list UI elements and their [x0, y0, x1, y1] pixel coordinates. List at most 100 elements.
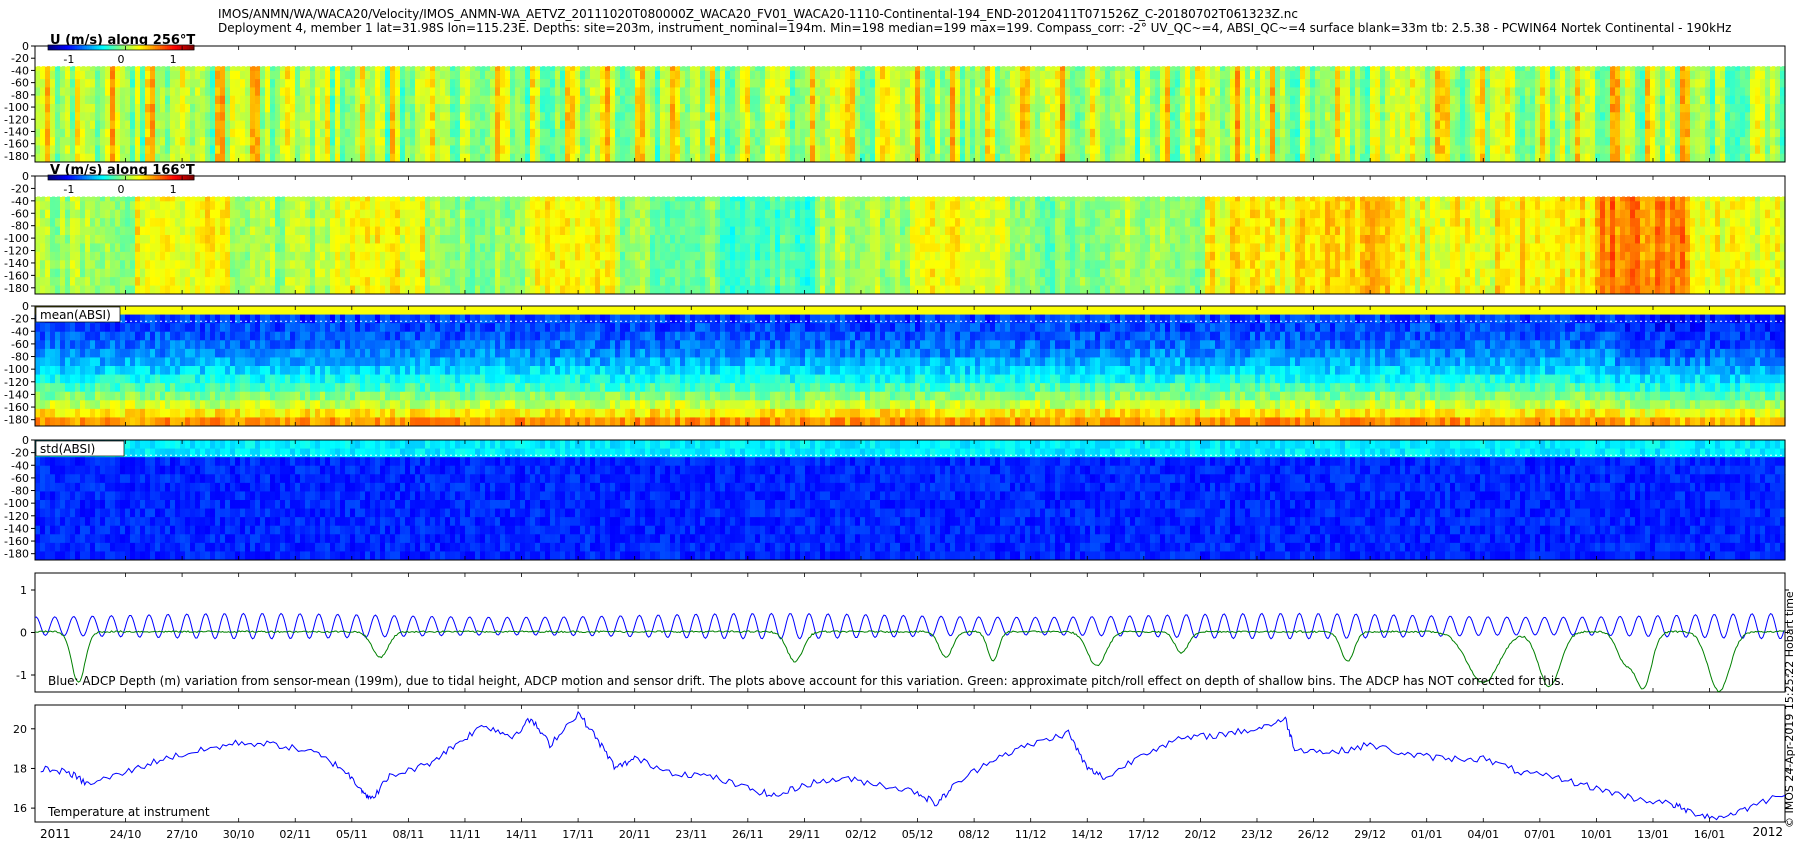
timestamp-text: IMOS 24-Apr-2019 15:25:22 Hobart time	[1783, 591, 1796, 814]
year-left-label: 2011	[40, 827, 71, 841]
y-tick-label: -80	[11, 220, 29, 233]
y-tick-label: 0	[22, 40, 29, 53]
panel-title: std(ABSI)	[40, 442, 95, 456]
y-tick-label: -20	[11, 313, 29, 326]
panel-mean: 0-20-40-60-80-100-120-140-160-180 mean(AB…	[4, 300, 1786, 427]
colorbar-tick-label: 0	[118, 53, 125, 66]
y-tick-label: -100	[4, 497, 29, 510]
y-tick-label: -140	[4, 257, 29, 270]
y-tick-label: -140	[4, 522, 29, 535]
x-tick-label: 10/01	[1581, 828, 1613, 841]
colorbar-tick-label: 1	[170, 183, 177, 196]
y-tick-label: -60	[11, 472, 29, 485]
y-tick-label: -80	[11, 89, 29, 102]
y-tick-label: -40	[11, 64, 29, 77]
y-tick-label: -180	[4, 414, 29, 427]
y-tick-label: -20	[11, 182, 29, 195]
x-tick-label: 13/01	[1637, 828, 1669, 841]
y-tick-label: 16	[13, 802, 27, 815]
y-tick-label: -40	[11, 459, 29, 472]
heatmap-cells	[35, 440, 1786, 561]
x-tick-label: 17/12	[1128, 828, 1160, 841]
y-tick-label: -160	[4, 535, 29, 548]
x-tick-label: 30/10	[223, 828, 255, 841]
y-tick-label: -80	[11, 485, 29, 498]
copyright-symbol: ©	[1783, 817, 1796, 828]
x-tick-label: 05/11	[336, 828, 368, 841]
y-tick-label: -120	[4, 510, 29, 523]
colorbar-tick-label: -1	[63, 183, 74, 196]
y-tick-label: -120	[4, 113, 29, 126]
y-tick-label: -80	[11, 351, 29, 364]
figure: 0-20-40-60-80-100-120-140-160-180U (m/s)…	[4, 33, 1789, 841]
y-tick-label: 1	[20, 584, 27, 597]
x-tick-label: 11/12	[1015, 828, 1047, 841]
colorbar-tick-label: 1	[170, 53, 177, 66]
colorbar: -1 0 1	[47, 174, 195, 196]
y-tick-label: 18	[13, 762, 27, 775]
x-tick-label: 07/01	[1524, 828, 1556, 841]
y-tick-label: -180	[4, 150, 29, 163]
y-tick-label: -180	[4, 548, 29, 561]
x-tick-label: 02/12	[845, 828, 877, 841]
panel-title: mean(ABSI)	[40, 308, 111, 322]
x-tick-label: 14/11	[506, 828, 538, 841]
y-tick-label: 0	[20, 627, 27, 640]
y-tick-label: -20	[11, 52, 29, 65]
x-tick-label: 05/12	[902, 828, 934, 841]
x-tick-label: 23/11	[675, 828, 707, 841]
x-tick-label: 16/01	[1694, 828, 1726, 841]
x-tick-label: 29/12	[1354, 828, 1386, 841]
x-tick-label: 24/10	[110, 828, 142, 841]
x-tick-label: 11/11	[449, 828, 481, 841]
y-tick-label: -120	[4, 245, 29, 258]
colorbar: -1 0 1	[47, 44, 195, 66]
heatmap-cells	[35, 196, 1786, 295]
x-tick-label: 23/12	[1241, 828, 1273, 841]
y-tick-label: 0	[22, 434, 29, 447]
x-tick-label: 29/11	[789, 828, 821, 841]
y-tick-label: -1	[16, 669, 27, 682]
x-tick-label: 14/12	[1071, 828, 1103, 841]
y-tick-label: -140	[4, 125, 29, 138]
panel-u: 0-20-40-60-80-100-120-140-160-180U (m/s)…	[4, 33, 1786, 163]
y-tick-label: -100	[4, 232, 29, 245]
temperature-annotation: Temperature at instrument	[47, 805, 210, 819]
x-tick-label: 20/11	[619, 828, 651, 841]
x-tick-label: 27/10	[166, 828, 198, 841]
x-tick-label: 08/11	[393, 828, 425, 841]
x-tick-label: 02/11	[279, 828, 311, 841]
x-tick-label: 04/01	[1467, 828, 1499, 841]
panel-depth-variation: 1 0 -1 Blue: ADCP Depth (m) variation from …	[16, 572, 1789, 693]
year-right-label: 2012	[1752, 825, 1783, 839]
y-tick-label: -140	[4, 388, 29, 401]
x-tick-label: 08/12	[958, 828, 990, 841]
y-tick-label: -60	[11, 77, 29, 90]
y-tick-label: -160	[4, 269, 29, 282]
heatmap-cells	[35, 66, 1786, 163]
panel-std: 0-20-40-60-80-100-120-140-160-180 std(ABS…	[4, 434, 1786, 561]
x-tick-label: 26/12	[1298, 828, 1330, 841]
x-tick-label: 17/11	[562, 828, 594, 841]
y-tick-label: -160	[4, 138, 29, 151]
y-tick-label: -160	[4, 401, 29, 414]
y-tick-label: -180	[4, 282, 29, 295]
y-tick-label: -60	[11, 207, 29, 220]
y-tick-label: -120	[4, 376, 29, 389]
colorbar-tick-label: 0	[118, 183, 125, 196]
x-tick-label: 20/12	[1185, 828, 1217, 841]
y-tick-label: -100	[4, 101, 29, 114]
y-tick-label: -60	[11, 338, 29, 351]
y-tick-label: 20	[13, 723, 27, 736]
panel-v: 0-20-40-60-80-100-120-140-160-180V (m/s)…	[4, 163, 1786, 295]
y-tick-label: 0	[22, 300, 29, 313]
x-tick-label: 26/11	[732, 828, 764, 841]
y-tick-label: -40	[11, 195, 29, 208]
timestamp-label: © IMOS 24-Apr-2019 15:25:22 Hobart time	[1783, 591, 1796, 828]
depth-annotation: Blue: ADCP Depth (m) variation from sens…	[48, 674, 1564, 688]
y-tick-label: 0	[22, 170, 29, 183]
plot-frame	[34, 704, 1786, 823]
heatmap-cells	[35, 306, 1786, 427]
y-tick-label: -40	[11, 325, 29, 338]
panel-temperature: 20 18 16 Temperature at instrument	[13, 704, 1789, 823]
